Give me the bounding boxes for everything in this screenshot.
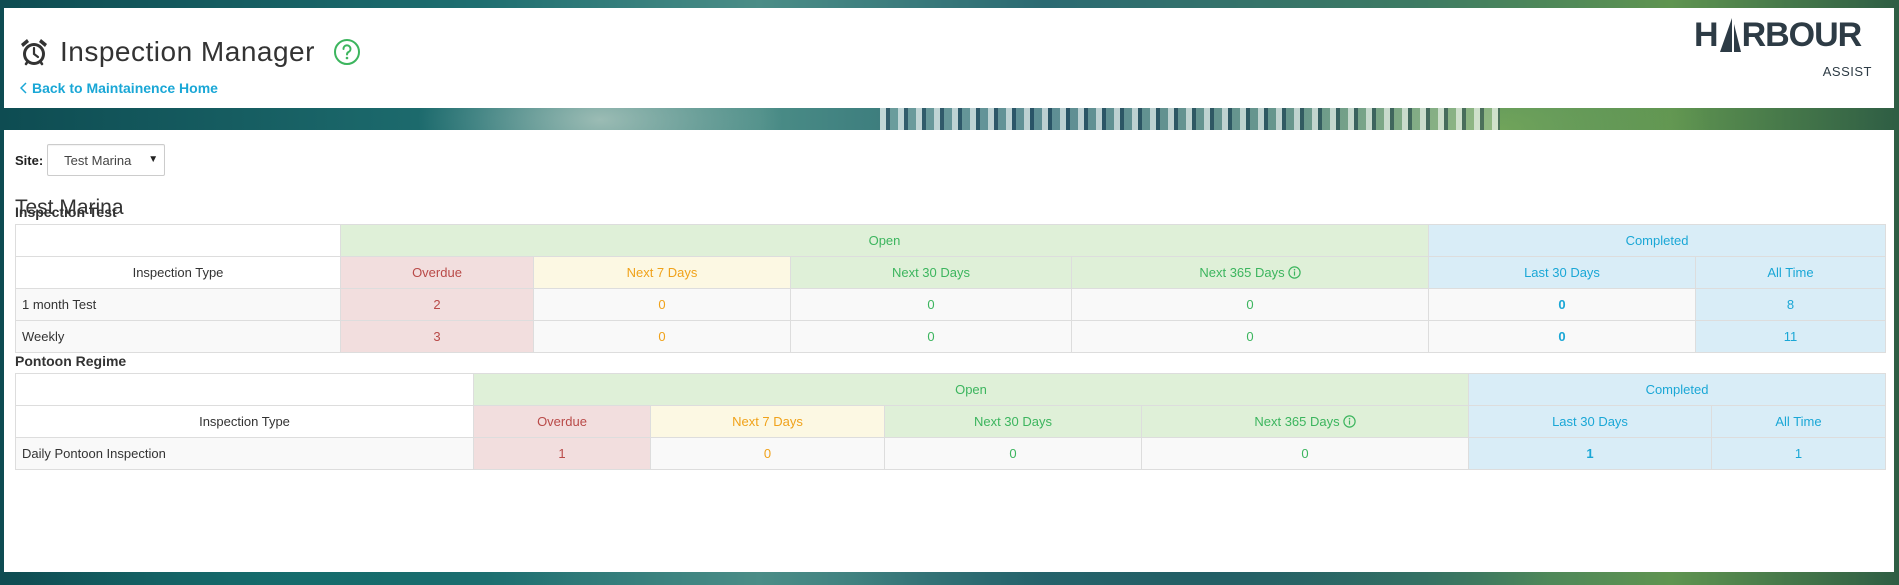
- next-365-days-header: Next 365 Days: [1071, 256, 1429, 289]
- next-7-days-cell[interactable]: 0: [533, 288, 791, 321]
- regime-table-inspection-test: Open Completed Inspection Type Overdue N…: [15, 224, 1886, 353]
- next-30-days-cell[interactable]: 0: [884, 437, 1142, 470]
- next-30-days-header: Next 30 Days: [884, 405, 1142, 438]
- all-time-header: All Time: [1711, 405, 1886, 438]
- sail-icon: [1719, 18, 1741, 52]
- last-30-days-cell[interactable]: 0: [1428, 288, 1696, 321]
- inspection-type-header: Inspection Type: [15, 405, 474, 438]
- all-time-cell[interactable]: 1: [1711, 437, 1886, 470]
- caret-down-icon: ▼: [148, 154, 159, 165]
- table-row: Weekly 3 0 0 0 0 11: [15, 320, 1886, 353]
- next-365-days-cell[interactable]: 0: [1071, 288, 1429, 321]
- regime-title: Pontoon Regime: [15, 353, 127, 369]
- chevron-left-icon: [20, 82, 27, 94]
- next-365-days-cell[interactable]: 0: [1071, 320, 1429, 353]
- last-30-days-header: Last 30 Days: [1428, 256, 1696, 289]
- site-selector-row: Site: Test Marina ▼: [15, 144, 166, 176]
- group-header-row: Open Completed: [15, 224, 1886, 257]
- completed-header: Completed: [1428, 224, 1886, 257]
- inspection-type-cell: 1 month Test: [15, 288, 341, 321]
- back-to-maintenance-link[interactable]: Back to Maintainence Home: [20, 80, 218, 96]
- open-header: Open: [473, 373, 1469, 406]
- last-30-days-header: Last 30 Days: [1468, 405, 1712, 438]
- next-7-days-cell[interactable]: 0: [650, 437, 885, 470]
- next-365-days-cell[interactable]: 0: [1141, 437, 1469, 470]
- next-7-days-cell[interactable]: 0: [533, 320, 791, 353]
- last-30-days-cell[interactable]: 0: [1428, 320, 1696, 353]
- overdue-header: Overdue: [340, 256, 534, 289]
- completed-header: Completed: [1468, 373, 1886, 406]
- inspection-type-cell: Weekly: [15, 320, 341, 353]
- overdue-cell[interactable]: 2: [340, 288, 534, 321]
- page-header: Inspection Manager Back to Maintainence …: [4, 8, 1894, 108]
- inspection-type-header: Inspection Type: [15, 256, 341, 289]
- page-title: Inspection Manager: [60, 36, 315, 67]
- overdue-cell[interactable]: 3: [340, 320, 534, 353]
- next-30-days-cell[interactable]: 0: [790, 320, 1072, 353]
- table-row: 1 month Test 2 0 0 0 0 8: [15, 288, 1886, 321]
- next-7-days-header: Next 7 Days: [533, 256, 791, 289]
- help-icon[interactable]: [333, 38, 361, 66]
- all-time-cell[interactable]: 8: [1695, 288, 1886, 321]
- all-time-header: All Time: [1695, 256, 1886, 289]
- column-header-row: Inspection Type Overdue Next 7 Days Next…: [15, 256, 1886, 289]
- all-time-cell[interactable]: 11: [1695, 320, 1886, 353]
- inspection-type-cell: Daily Pontoon Inspection: [15, 437, 474, 470]
- info-icon[interactable]: [1342, 415, 1356, 428]
- overdue-header: Overdue: [473, 405, 651, 438]
- inspection-panel: Site: Test Marina ▼ Test Marina Inspecti…: [4, 130, 1894, 572]
- back-link-label: Back to Maintainence Home: [32, 80, 218, 96]
- regime-table-pontoon-regime: Open Completed Inspection Type Overdue N…: [15, 373, 1886, 470]
- site-label: Site:: [15, 152, 44, 168]
- column-header-row: Inspection Type Overdue Next 7 Days Next…: [15, 405, 1886, 438]
- overdue-cell[interactable]: 1: [473, 437, 651, 470]
- next-30-days-cell[interactable]: 0: [790, 288, 1072, 321]
- open-header: Open: [340, 224, 1429, 257]
- next-7-days-header: Next 7 Days: [650, 405, 885, 438]
- table-row: Daily Pontoon Inspection 1 0 0 0 1 1: [15, 437, 1886, 470]
- marina-background: [880, 108, 1500, 130]
- next-365-days-header: Next 365 Days: [1141, 405, 1469, 438]
- site-select[interactable]: Test Marina ▼: [47, 144, 166, 176]
- last-30-days-cell[interactable]: 1: [1468, 437, 1712, 470]
- site-select-value: Test Marina: [64, 152, 132, 168]
- alarm-clock-icon: [21, 39, 47, 66]
- regime-title: Inspection Test: [15, 204, 117, 220]
- title-row: Inspection Manager: [18, 36, 361, 68]
- next-30-days-header: Next 30 Days: [790, 256, 1072, 289]
- info-icon[interactable]: [1287, 266, 1301, 279]
- group-header-row: Open Completed: [15, 373, 1886, 406]
- harbour-assist-logo: H RBOUR ASSIST: [1694, 16, 1872, 79]
